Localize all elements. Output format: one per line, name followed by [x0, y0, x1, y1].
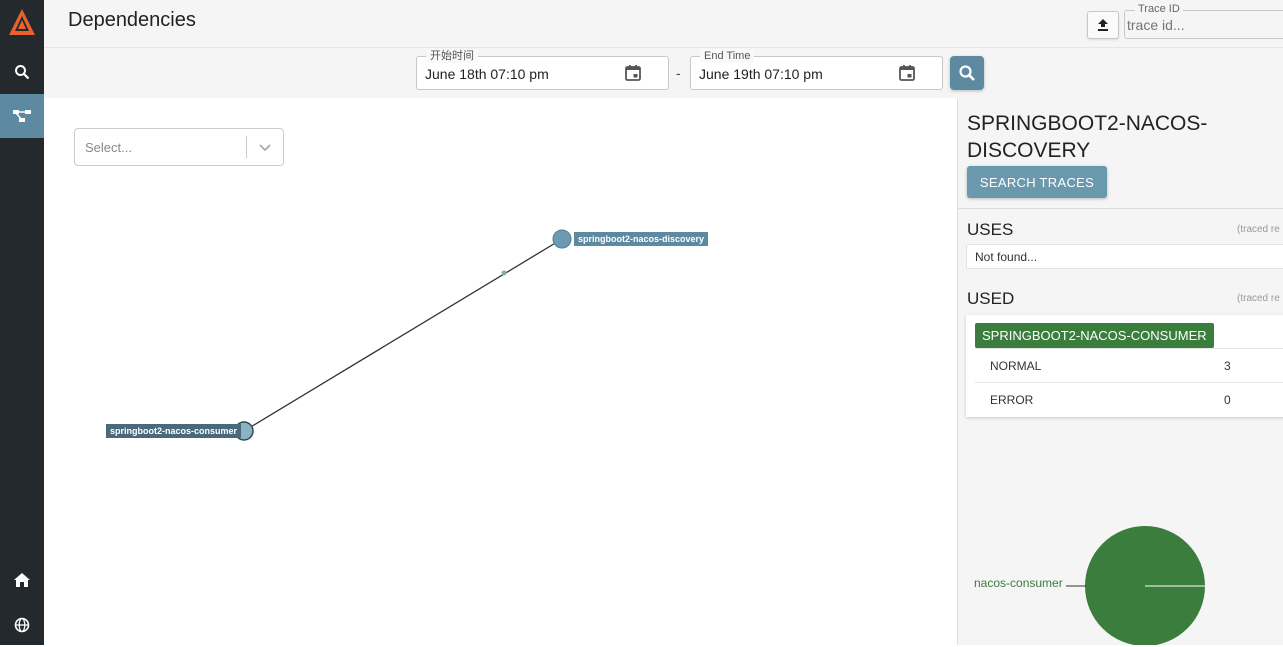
row-value: 0 [1224, 393, 1231, 407]
dependencies-icon [13, 110, 31, 122]
pie-label: nacos-consumer [974, 576, 1063, 590]
trace-id-label: Trace ID [1135, 3, 1183, 15]
graph-canvas [234, 229, 572, 441]
calendar-icon[interactable] [898, 64, 916, 82]
end-time-label: End Time [700, 49, 755, 63]
dependency-edge[interactable] [243, 238, 563, 432]
node-label-discovery[interactable]: springboot2-nacos-discovery [574, 232, 709, 246]
dependency-graph[interactable]: Select... springboot2-nacos-discovery sp… [44, 98, 957, 645]
date-separator: - [676, 65, 681, 81]
end-time-value: June 19th 07:10 pm [699, 66, 823, 82]
row-label: NORMAL [990, 359, 1042, 373]
app-logo[interactable] [0, 0, 44, 46]
table-row: ERROR 0 [975, 382, 1283, 416]
sidebar-item-dependencies[interactable] [0, 94, 44, 138]
start-time-label: 开始时间 [426, 49, 478, 63]
edge-midpoint [501, 270, 507, 276]
uses-empty-message: Not found... [966, 244, 1283, 269]
start-time-field[interactable]: 开始时间 June 18th 07:10 pm [416, 49, 669, 90]
sidebar [0, 0, 44, 645]
sidebar-item-search[interactable] [0, 50, 44, 94]
panel-divider [958, 208, 1283, 209]
used-title: USED [967, 289, 1015, 308]
start-time-value: June 18th 07:10 pm [425, 66, 549, 82]
node-label-consumer[interactable]: springboot2-nacos-consumer [106, 424, 242, 438]
search-icon [15, 65, 30, 80]
used-service-badge[interactable]: SPRINGBOOT2-NACOS-CONSUMER [975, 323, 1214, 348]
row-value: 3 [1224, 359, 1231, 373]
toolbar: 开始时间 June 18th 07:10 pm - End Time June … [44, 48, 1283, 98]
search-icon [959, 65, 975, 81]
node-springboot2-nacos-discovery[interactable] [552, 229, 572, 249]
home-icon [14, 573, 30, 587]
sidebar-item-home[interactable] [0, 558, 44, 602]
search-button[interactable] [950, 56, 984, 90]
header: Dependencies Trace ID [44, 0, 1283, 48]
uses-note: (traced re [1237, 224, 1280, 235]
row-label: ERROR [990, 393, 1034, 407]
service-title: SPRINGBOOT2-NACOS-DISCOVERY [967, 112, 1208, 162]
upload-button[interactable] [1087, 11, 1119, 39]
trace-id-input[interactable] [1127, 17, 1283, 33]
used-note: (traced re [1237, 293, 1280, 304]
sidebar-item-globe[interactable] [0, 603, 44, 647]
end-time-field[interactable]: End Time June 19th 07:10 pm [690, 49, 943, 90]
table-row: NORMAL 3 [975, 348, 1283, 382]
uses-title: USES [967, 220, 1014, 239]
search-traces-button[interactable]: SEARCH TRACES [967, 166, 1107, 198]
upload-icon [1098, 19, 1108, 31]
service-detail-panel: SPRINGBOOT2-NACOS-DISCOVERY SEARCH TRACE… [957, 98, 1283, 645]
page-title: Dependencies [68, 9, 196, 31]
globe-icon [14, 617, 30, 633]
calendar-icon[interactable] [624, 64, 642, 82]
